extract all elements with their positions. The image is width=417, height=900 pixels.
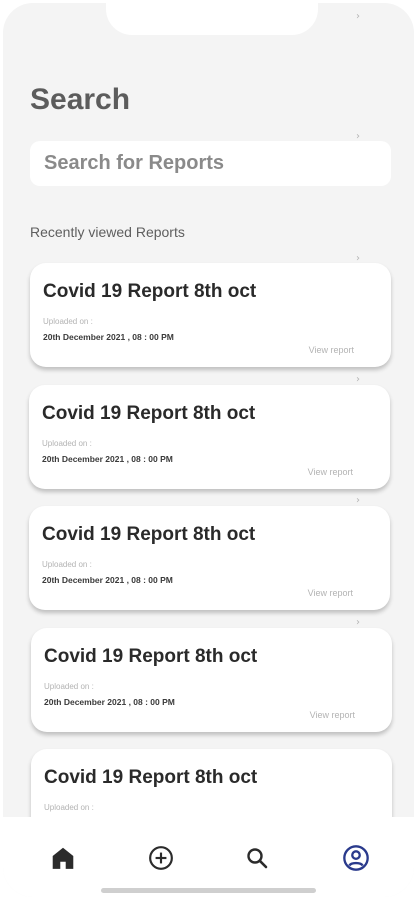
nav-search-button[interactable] [242, 843, 272, 873]
upload-date: 20th December 2021 , 08 : 00 PM [44, 697, 175, 707]
report-card[interactable]: Covid 19 Report 8th oct Uploaded on : 20… [30, 263, 391, 367]
report-title: Covid 19 Report 8th oct [44, 767, 258, 788]
nav-home-button[interactable] [48, 843, 78, 873]
uploaded-label: Uploaded on : [43, 317, 93, 326]
home-icon [52, 847, 74, 869]
chevron-right-icon: › [356, 374, 360, 385]
report-card[interactable]: Covid 19 Report 8th oct Uploaded on : 20… [29, 506, 390, 610]
add-circle-icon [149, 846, 173, 870]
report-card[interactable]: Covid 19 Report 8th oct Uploaded on : 20… [29, 385, 390, 489]
report-card[interactable]: Covid 19 Report 8th oct Uploaded on : 20… [31, 628, 392, 732]
upload-date: 20th December 2021 , 08 : 00 PM [42, 454, 173, 464]
phone-screen: › › › › › › Search Search for Reports Re… [3, 3, 414, 897]
uploaded-label: Uploaded on : [44, 682, 94, 691]
search-input[interactable]: Search for Reports [30, 141, 391, 186]
view-report-link[interactable]: View report [308, 467, 353, 477]
report-title: Covid 19 Report 8th oct [42, 524, 256, 545]
report-title: Covid 19 Report 8th oct [44, 646, 258, 667]
chevron-right-icon: › [356, 617, 360, 628]
uploaded-label: Uploaded on : [44, 803, 94, 812]
search-icon [247, 848, 268, 869]
uploaded-label: Uploaded on : [42, 439, 92, 448]
view-report-link[interactable]: View report [308, 588, 353, 598]
upload-date: 20th December 2021 , 08 : 00 PM [43, 332, 174, 342]
bottom-nav-bar [3, 817, 414, 897]
uploaded-label: Uploaded on : [42, 560, 92, 569]
nav-add-button[interactable] [146, 843, 176, 873]
chevron-right-icon: › [356, 11, 360, 22]
home-indicator [101, 888, 316, 893]
section-heading: Recently viewed Reports [30, 224, 185, 240]
view-report-link[interactable]: View report [309, 345, 354, 355]
upload-date: 20th December 2021 , 08 : 00 PM [42, 575, 173, 585]
view-report-link[interactable]: View report [310, 710, 355, 720]
search-placeholder: Search for Reports [44, 152, 225, 174]
report-title: Covid 19 Report 8th oct [42, 403, 256, 424]
chevron-right-icon: › [356, 495, 360, 506]
report-title: Covid 19 Report 8th oct [43, 281, 257, 302]
device-notch [106, 3, 318, 35]
page-title: Search [30, 83, 131, 116]
profile-icon [343, 845, 369, 871]
nav-profile-button[interactable] [341, 843, 371, 873]
